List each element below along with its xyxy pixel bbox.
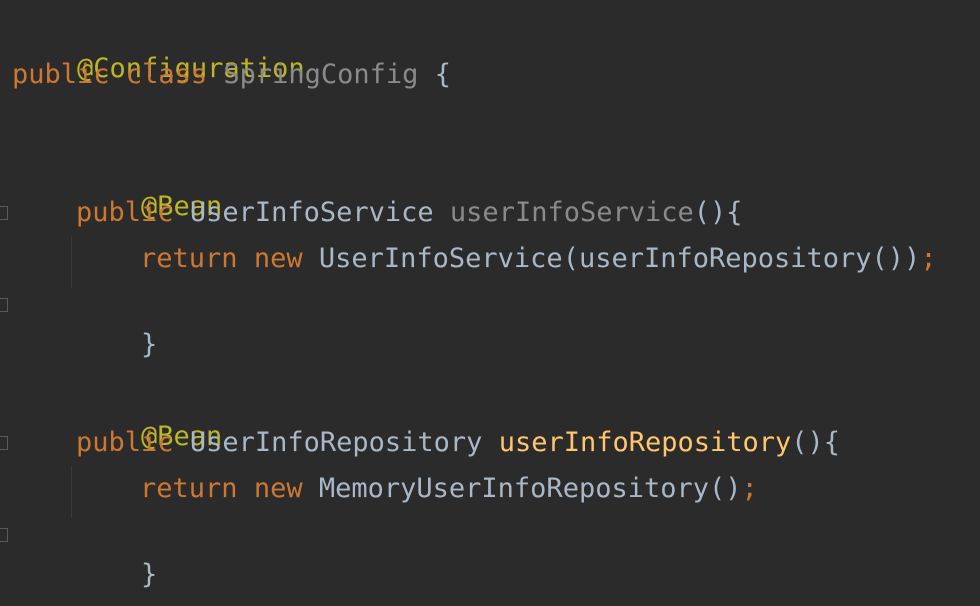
fold-close-icon[interactable]: [0, 298, 8, 312]
code-line[interactable]: }: [76, 285, 157, 360]
fold-open-icon[interactable]: [0, 436, 8, 450]
code-line[interactable]: @Bean: [76, 377, 222, 452]
indent-guide: [71, 466, 72, 518]
code-line[interactable]: return new MemoryUserInfoRepository();: [140, 469, 758, 509]
code-line[interactable]: public class SpringConfig {: [12, 55, 451, 95]
code-line[interactable]: public UserInfoRepository userInfoReposi…: [76, 423, 840, 463]
keyword-token: public: [76, 427, 174, 458]
code-line[interactable]: return new UserInfoService(userInfoRepos…: [140, 239, 937, 279]
code-line[interactable]: }: [76, 515, 157, 590]
method-name-token: userInfoService: [449, 197, 694, 228]
keyword-token: new: [253, 243, 303, 274]
paren-token: (){: [791, 427, 841, 458]
keyword-token: public: [12, 59, 110, 90]
code-line[interactable]: }: [12, 561, 93, 606]
code-line[interactable]: @Configuration: [12, 9, 305, 84]
fold-open-icon[interactable]: [0, 206, 8, 220]
code-editor[interactable]: @Configuration public class SpringConfig…: [0, 0, 980, 606]
type-token: UserInfoService: [189, 197, 434, 228]
call-token: UserInfoService(userInfoRepository()): [318, 243, 921, 274]
keyword-token: return: [140, 243, 238, 274]
brace-token: }: [141, 329, 158, 360]
method-name-token: userInfoRepository: [498, 427, 792, 458]
semicolon-token: ;: [741, 473, 758, 504]
brace-token: }: [141, 559, 158, 590]
indent-guide: [71, 236, 72, 288]
code-line[interactable]: public UserInfoService userInfoService()…: [76, 193, 743, 233]
keyword-token: new: [253, 473, 303, 504]
type-token: UserInfoRepository: [189, 427, 483, 458]
fold-close-icon[interactable]: [0, 528, 8, 542]
class-name-token: SpringConfig: [223, 59, 419, 90]
brace-token: {: [434, 59, 451, 90]
call-token: MemoryUserInfoRepository(): [318, 473, 742, 504]
keyword-token: public: [76, 197, 174, 228]
semicolon-token: ;: [920, 243, 937, 274]
code-line[interactable]: @Bean: [76, 147, 222, 222]
keyword-token: class: [125, 59, 208, 90]
paren-token: (){: [693, 197, 743, 228]
keyword-token: return: [140, 473, 238, 504]
